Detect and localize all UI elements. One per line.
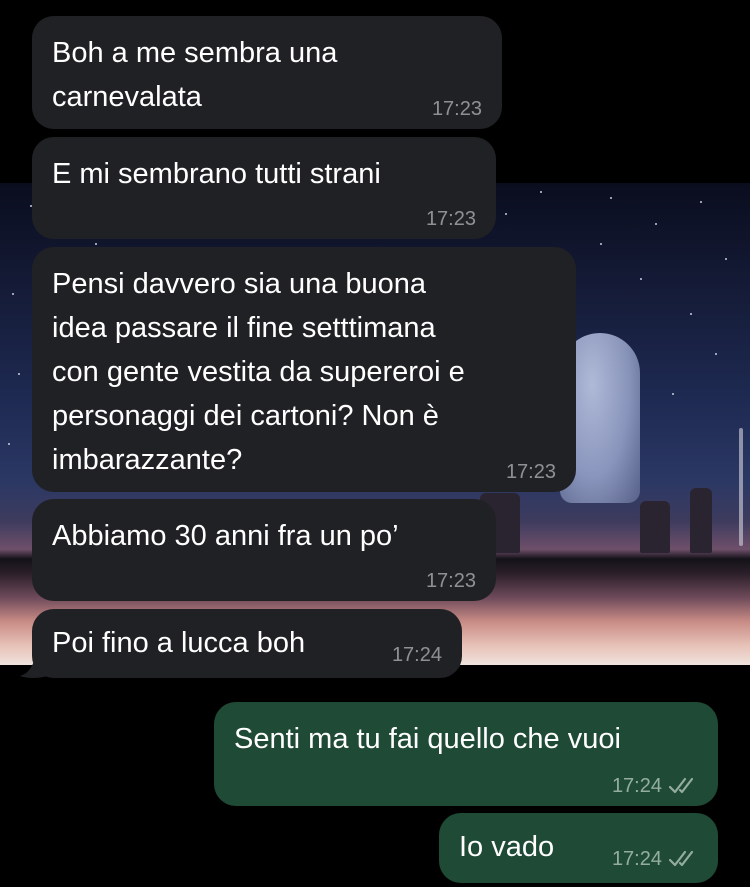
message-meta: 17:24 [392,643,442,667]
message-meta: 17:23 [432,97,482,121]
message-text: Poi fino a lucca boh [52,627,306,659]
message-meta: 17:23 [426,207,476,231]
incoming-message[interactable]: Boh a me sembra una carnevalata 17:23 [32,16,502,129]
incoming-message[interactable]: E mi sembrano tutti strani 17:23 [32,137,496,239]
message-time: 17:24 [391,644,442,666]
message-text: E mi sembrano tutti strani [52,158,381,190]
message-time: 17:23 [425,570,476,592]
message-time: 17:23 [425,208,476,230]
message-text: Boh a me sembra una carnevalata [52,37,338,113]
double-check-icon [668,850,694,867]
double-check-icon [668,777,694,794]
message-meta: 17:24 [612,774,698,798]
incoming-message[interactable]: Abbiamo 30 anni fra un po’ 17:23 [32,499,496,601]
message-text: Abbiamo 30 anni fra un po’ [52,520,399,552]
incoming-message[interactable]: Poi fino a lucca boh 17:24 [32,609,462,678]
outgoing-message[interactable]: Io vado 17:24 [439,813,718,883]
message-time: 17:24 [611,848,662,870]
message-time: 17:24 [611,775,662,797]
outgoing-message[interactable]: Senti ma tu fai quello che vuoi 17:24 [214,702,718,806]
message-time: 17:23 [431,98,482,120]
message-meta: 17:24 [612,847,698,871]
message-time: 17:23 [505,461,556,483]
scrollbar[interactable] [739,428,743,546]
message-meta: 17:23 [506,460,556,484]
chat-area[interactable]: Boh a me sembra una carnevalata 17:23 E … [0,0,750,887]
incoming-message[interactable]: Pensi davvero sia una buona idea passare… [32,247,576,492]
message-meta: 17:23 [426,569,476,593]
message-text: Pensi davvero sia una buona idea passare… [52,268,465,476]
message-text: Senti ma tu fai quello che vuoi [234,723,621,755]
